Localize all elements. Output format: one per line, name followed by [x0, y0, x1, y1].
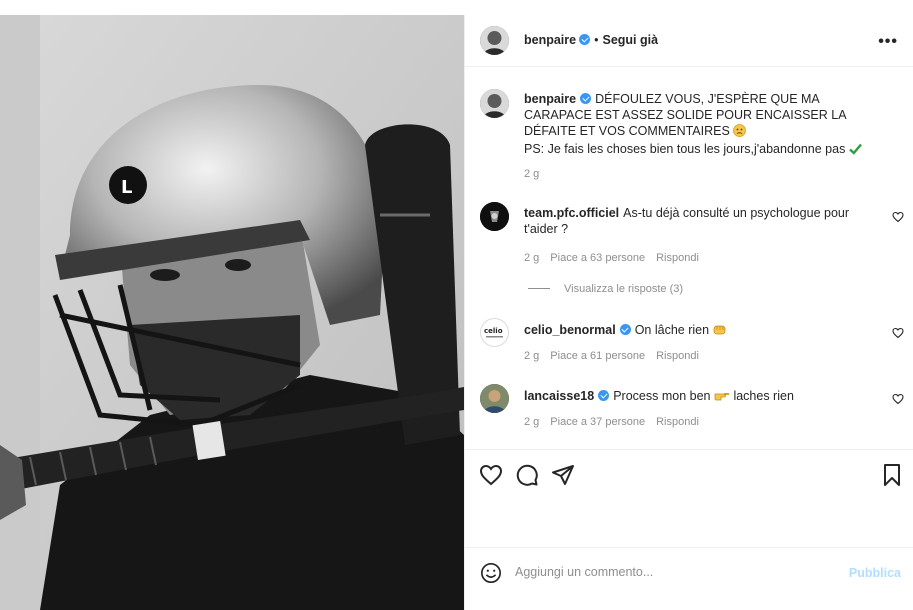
comment-body: On lâche rien [634, 323, 710, 337]
fist-emoji-icon [713, 323, 727, 340]
verified-badge-icon [598, 390, 610, 401]
caption-postscript: PS: Je fais les choses bien tous les jou… [524, 142, 846, 156]
add-comment-bar: Aggiungi un commento... Pubblica [465, 547, 913, 610]
verified-badge-icon [579, 34, 591, 45]
like-comment-heart-icon[interactable] [892, 393, 904, 405]
publish-button[interactable]: Pubblica [849, 566, 901, 580]
comment-text: celio_benormal On lâche rien [524, 322, 884, 340]
post-side-panel: benpaire • Segui già ••• benpaire DÉFOULEZ … [464, 15, 913, 610]
post-photo-image: L [0, 15, 464, 610]
commenter-username[interactable]: team.pfc.officiel [524, 206, 619, 220]
caption-text: benpaire DÉFOULEZ VOUS, J'ESPÈRE QUE MA C… [524, 91, 884, 159]
caption-author-avatar[interactable] [480, 89, 509, 118]
post-action-bar [465, 449, 913, 559]
following-button[interactable]: Segui già [603, 33, 659, 47]
comment-body-start: Process mon ben [613, 389, 711, 403]
commenter-username[interactable]: lancaisse18 [524, 389, 594, 403]
comment-likes[interactable]: Piace a 61 persone [550, 350, 645, 362]
replies-divider [528, 288, 550, 289]
reply-button[interactable]: Rispondi [656, 416, 699, 428]
comment-time[interactable]: 2 g [524, 416, 539, 428]
comment-bubble-icon[interactable] [515, 463, 539, 487]
more-options-icon[interactable]: ••• [878, 33, 898, 51]
comment-time[interactable]: 2 g [524, 350, 539, 362]
author-username[interactable]: benpaire [524, 33, 576, 47]
commenter-avatar[interactable]: celio [480, 318, 509, 347]
comment-body-end: laches rien [733, 389, 794, 403]
comment-text: team.pfc.officiel As-tu déjà consulté un … [524, 205, 884, 237]
author-avatar[interactable] [480, 26, 509, 55]
comment-meta: 2 g Piace a 37 persone Rispondi [524, 416, 710, 428]
commenter-avatar[interactable] [480, 202, 509, 231]
separator-dot: • [594, 33, 599, 47]
pointing-hand-emoji-icon [714, 390, 730, 406]
commenter-avatar[interactable] [480, 384, 509, 413]
emoji-picker-icon[interactable] [480, 562, 502, 584]
top-strip [0, 0, 913, 15]
caption-time[interactable]: 2 g [524, 168, 539, 180]
commenter-username[interactable]: celio_benormal [524, 323, 616, 337]
comment-likes[interactable]: Piace a 37 persone [550, 416, 645, 428]
comment-meta: 2 g Piace a 61 persone Rispondi [524, 350, 710, 362]
comment-meta: 2 g Piace a 63 persone Rispondi [524, 252, 710, 264]
view-replies-button[interactable]: Visualizza le risposte (3) [528, 283, 683, 295]
comment-input[interactable]: Aggiungi un commento... [515, 565, 653, 579]
post-photo[interactable]: L [0, 15, 464, 610]
reply-button[interactable]: Rispondi [656, 350, 699, 362]
verified-badge-icon [619, 324, 631, 335]
check-mark-icon [849, 143, 862, 159]
share-paper-plane-icon[interactable] [551, 463, 575, 487]
verified-badge-icon [580, 93, 592, 104]
comment-time[interactable]: 2 g [524, 252, 539, 264]
comment-text: lancaisse18 Process mon ben laches rien [524, 388, 884, 406]
post-header: benpaire • Segui già ••• [465, 15, 913, 67]
caption-username[interactable]: benpaire [524, 92, 576, 106]
like-comment-heart-icon[interactable] [892, 327, 904, 339]
comments-area[interactable]: benpaire DÉFOULEZ VOUS, J'ESPÈRE QUE MA C… [465, 68, 913, 448]
avatar-logo-text: celio [484, 327, 503, 335]
reply-button[interactable]: Rispondi [656, 252, 699, 264]
comment-likes[interactable]: Piace a 63 persone [550, 252, 645, 264]
view-replies-label: Visualizza le risposte (3) [564, 283, 684, 295]
sad-face-emoji-icon [733, 124, 747, 141]
like-heart-icon[interactable] [479, 463, 503, 487]
helmet-logo-letter: L [121, 177, 132, 198]
save-bookmark-icon[interactable] [880, 463, 904, 487]
like-comment-heart-icon[interactable] [892, 211, 904, 223]
instagram-post-view: L benpaire • Segui già ••• benpaire DÉFO… [0, 0, 913, 610]
caption-meta: 2 g [524, 168, 550, 180]
author-line: benpaire • Segui già [524, 33, 658, 47]
